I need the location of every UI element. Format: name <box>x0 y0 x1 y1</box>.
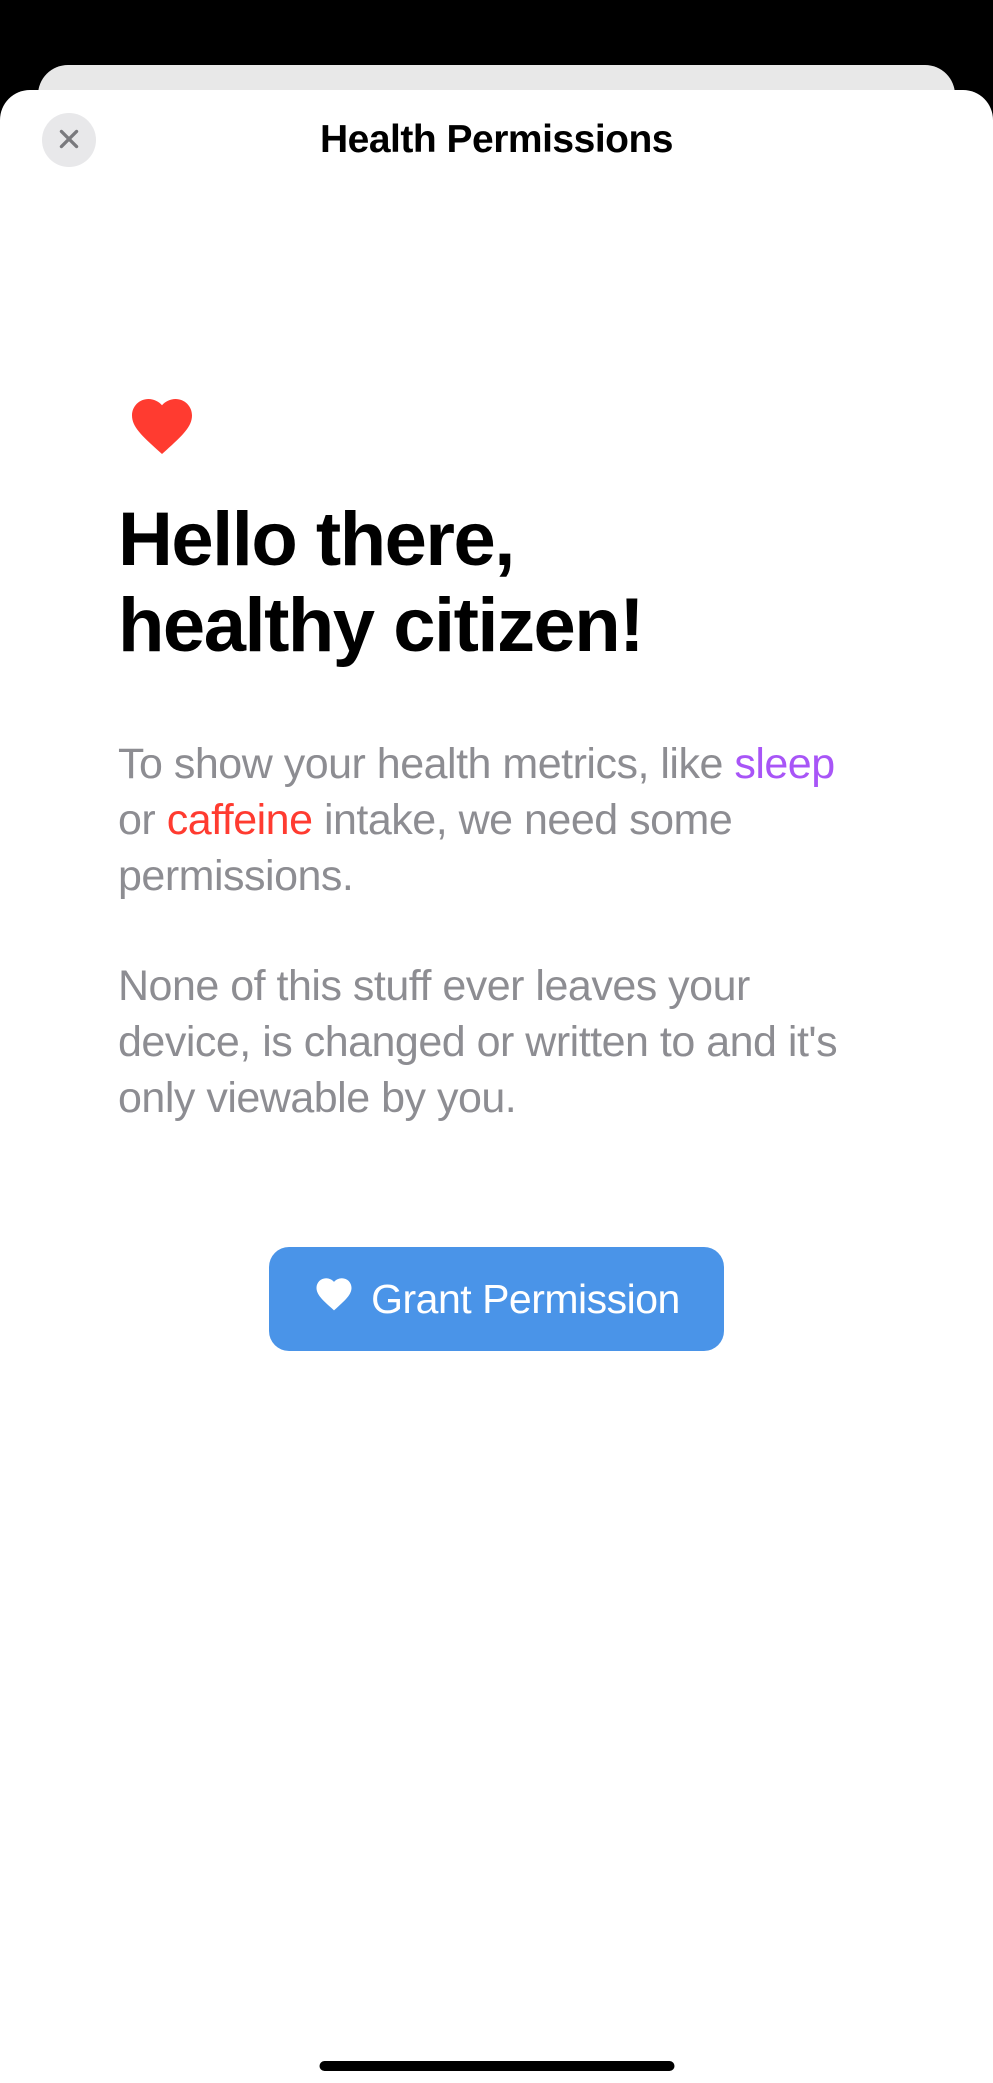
grant-button-label: Grant Permission <box>371 1276 680 1323</box>
body-paragraph-1: To show your health metrics, like sleep … <box>118 737 875 905</box>
home-indicator <box>319 2061 674 2071</box>
header-title: Health Permissions <box>320 118 673 162</box>
highlight-caffeine: caffeine <box>167 796 313 844</box>
body-paragraph-2: None of this stuff ever leaves your devi… <box>118 959 875 1127</box>
heading-line2: healthy citizen! <box>118 583 643 668</box>
content-area: Hello there, healthy citizen! To show yo… <box>0 190 993 2083</box>
close-button[interactable] <box>42 113 96 167</box>
heading: Hello there, healthy citizen! <box>118 497 875 669</box>
heading-line1: Hello there, <box>118 497 514 582</box>
body-intro-mid: or <box>118 796 167 844</box>
heart-icon <box>313 1273 355 1325</box>
heart-icon <box>126 390 875 467</box>
close-icon <box>56 126 82 155</box>
highlight-sleep: sleep <box>734 740 834 788</box>
body-text: To show your health metrics, like sleep … <box>118 737 875 1127</box>
body-intro-pre: To show your health metrics, like <box>118 740 734 788</box>
modal-sheet: Health Permissions Hello there, healthy … <box>0 90 993 2083</box>
modal-header: Health Permissions <box>0 90 993 190</box>
grant-permission-button[interactable]: Grant Permission <box>269 1247 724 1351</box>
